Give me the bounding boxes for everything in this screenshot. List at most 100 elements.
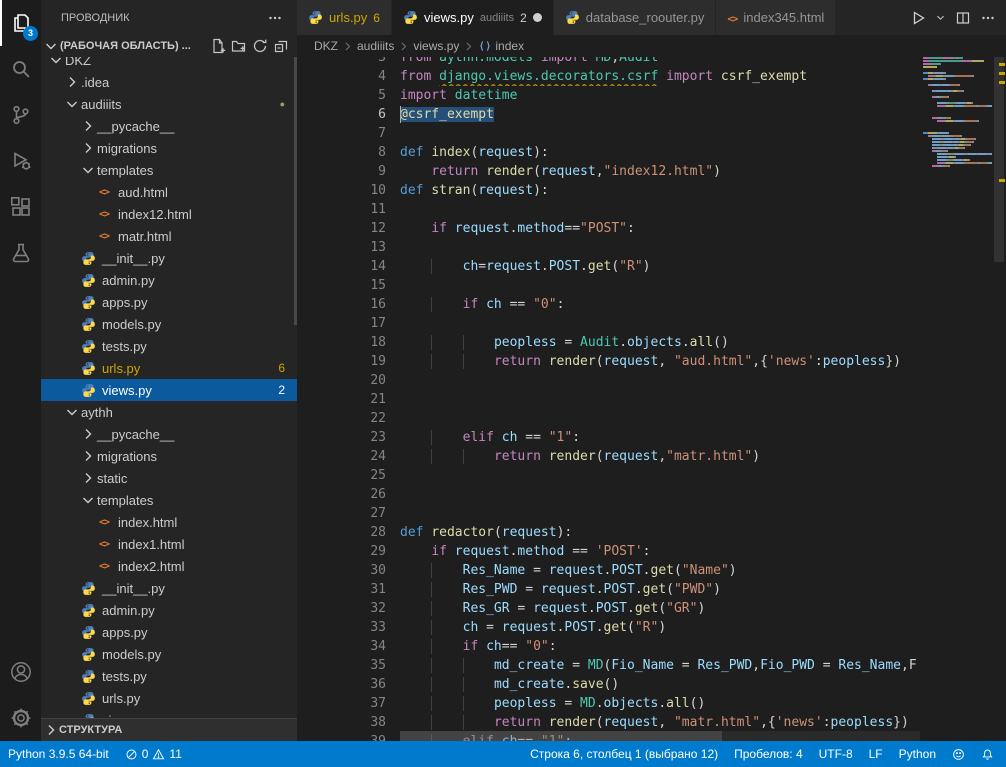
tree-item-views-py[interactable]: views.py2 (41, 379, 297, 401)
code-line-content[interactable]: peopless = MD.objects.all() (400, 694, 920, 713)
code-line-content[interactable]: def stran(request): (400, 181, 920, 200)
activity-item-source-control[interactable] (0, 92, 41, 138)
code-line-content[interactable]: md_create.save() (400, 675, 920, 694)
tab-index345-html[interactable]: <>index345.html (716, 0, 835, 35)
tree-item-urls-py[interactable]: urls.py (41, 687, 297, 709)
code-line-content[interactable]: from django.views.decorators.csrf import… (400, 67, 920, 86)
indentation-status[interactable]: Пробелов: 4 (726, 747, 811, 761)
tree-item-index12-html[interactable]: <>index12.html (41, 203, 297, 225)
new-file-button[interactable] (210, 38, 226, 54)
vertical-scrollbar[interactable] (992, 57, 1006, 741)
tree-item-urls-py[interactable]: urls.py6 (41, 357, 297, 379)
tree-item-index1-html[interactable]: <>index1.html (41, 533, 297, 555)
activity-item-search[interactable] (0, 46, 41, 92)
code-line-content[interactable]: md_create = MD(Fio_Name = Res_PWD,Fio_PW… (400, 656, 920, 675)
language-mode-status[interactable]: Python (891, 747, 944, 761)
code-line-content[interactable] (400, 485, 920, 504)
code-editor[interactable]: 3from aythh.models import MD,Audit4from … (297, 57, 1006, 741)
tree-item-pycache[interactable]: __pycache__ (41, 115, 297, 137)
activity-item-explorer[interactable]: 3 (0, 0, 41, 46)
code-line-content[interactable]: import datetime (400, 86, 920, 105)
code-line-content[interactable] (400, 466, 920, 485)
code-line-content[interactable]: ch=request.POST.get("R") (400, 257, 920, 276)
code-line-content[interactable]: peopless = Audit.objects.all() (400, 333, 920, 352)
tree-item-models-py[interactable]: models.py (41, 313, 297, 335)
code-line-content[interactable]: if request.method == 'POST': (400, 542, 920, 561)
cursor-position-status[interactable]: Строка 6, столбец 1 (выбрано 12) (522, 747, 726, 761)
tree-item-aud-html[interactable]: <>aud.html (41, 181, 297, 203)
code-line-content[interactable]: return render(request, "aud.html",{'news… (400, 352, 920, 371)
tree-item-init-py[interactable]: __init__.py (41, 577, 297, 599)
code-line-content[interactable]: Res_Name = request.POST.get("Name") (400, 561, 920, 580)
tree-item-init-py[interactable]: __init__.py (41, 247, 297, 269)
tree-item-aythh[interactable]: aythh (41, 401, 297, 423)
activity-item-testing[interactable] (0, 230, 41, 276)
code-line-content[interactable]: Res_PWD = request.POST.get("PWD") (400, 580, 920, 599)
tab-views-py[interactable]: views.pyaudiiits2 (392, 0, 553, 35)
code-line-content[interactable]: @csrf_exempt (400, 105, 920, 124)
scrollbar-thumb[interactable] (994, 57, 1004, 262)
tree-item-index-html[interactable]: <>index.html (41, 511, 297, 533)
outline-section-header[interactable]: СТРУКТУРА (41, 718, 297, 741)
explorer-more-actions-icon[interactable] (267, 10, 283, 26)
code-line-content[interactable]: if ch== "0": (400, 637, 920, 656)
breadcrumb-item-dkz[interactable]: DKZ (313, 39, 339, 53)
python-interpreter-status[interactable]: Python 3.9.5 64-bit (0, 741, 117, 767)
code-line-content[interactable]: Res_GR = request.POST.get("GR") (400, 599, 920, 618)
code-line-content[interactable]: def redactor(request): (400, 523, 920, 542)
code-line-content[interactable] (400, 504, 920, 523)
code-line-content[interactable] (400, 200, 920, 219)
tab-database-roouter-py[interactable]: database_roouter.py (554, 0, 716, 35)
horizontal-scrollbar[interactable] (400, 731, 920, 741)
code-line-content[interactable]: if request.method=="POST": (400, 219, 920, 238)
eol-status[interactable]: LF (861, 747, 891, 761)
more-actions-button[interactable] (980, 10, 996, 26)
tree-item-apps-py[interactable]: apps.py (41, 621, 297, 643)
code-line-content[interactable] (400, 314, 920, 333)
tree-item-admin-py[interactable]: admin.py (41, 599, 297, 621)
activity-item-account[interactable] (0, 649, 41, 695)
breadcrumb-item-audiiits[interactable]: audiiits (356, 39, 395, 53)
code-line-content[interactable] (400, 276, 920, 295)
split-editor-button[interactable] (955, 10, 971, 26)
code-line-content[interactable] (400, 409, 920, 428)
tree-item-templates[interactable]: templates (41, 159, 297, 181)
code-line-content[interactable] (400, 371, 920, 390)
workspace-section-header[interactable]: (РАБОЧАЯ ОБЛАСТЬ) ... (41, 35, 297, 57)
tree-item-apps-py[interactable]: apps.py (41, 291, 297, 313)
minimap[interactable] (920, 57, 992, 741)
code-line-content[interactable] (400, 390, 920, 409)
tree-item-models-py[interactable]: models.py (41, 643, 297, 665)
tree-item-tests-py[interactable]: tests.py (41, 335, 297, 357)
problems-status[interactable]: 0 11 (117, 741, 190, 767)
feedback-button[interactable] (944, 748, 973, 761)
code-line-content[interactable]: return render(request,"matr.html") (400, 447, 920, 466)
new-folder-button[interactable] (231, 38, 247, 54)
tree-item-templates[interactable]: templates (41, 489, 297, 511)
breadcrumb-item-views-py[interactable]: views.py (412, 39, 460, 53)
breadcrumb-symbol-index[interactable]: index (477, 39, 525, 53)
code-line-content[interactable] (400, 124, 920, 143)
tree-item-pycache[interactable]: __pycache__ (41, 423, 297, 445)
tree-item-static[interactable]: static (41, 467, 297, 489)
tree-item-idea[interactable]: .idea (41, 71, 297, 93)
code-line-content[interactable] (400, 238, 920, 257)
code-line-content[interactable]: return render(request,"index12.html") (400, 162, 920, 181)
activity-item-run-debug[interactable] (0, 138, 41, 184)
refresh-explorer-button[interactable] (252, 38, 268, 54)
tree-item-admin-py[interactable]: admin.py (41, 269, 297, 291)
encoding-status[interactable]: UTF-8 (811, 747, 861, 761)
code-line-content[interactable]: def index(request): (400, 143, 920, 162)
tab-urls-py[interactable]: urls.py6 (297, 0, 391, 35)
code-line-content[interactable]: elif ch == "1": (400, 428, 920, 447)
code-line-content[interactable]: from aythh.models import MD,Audit (400, 57, 920, 67)
tree-item-migrations[interactable]: migrations (41, 445, 297, 467)
collapse-folders-button[interactable] (273, 38, 289, 54)
activity-item-extensions[interactable] (0, 184, 41, 230)
tree-item-audiiits[interactable]: audiiits● (41, 93, 297, 115)
code-line-content[interactable]: if ch == "0": (400, 295, 920, 314)
code-line-content[interactable]: ch = request.POST.get("R") (400, 618, 920, 637)
sidebar-scrollbar[interactable] (294, 57, 297, 325)
notifications-button[interactable] (973, 748, 1002, 761)
tree-item-index2-html[interactable]: <>index2.html (41, 555, 297, 577)
